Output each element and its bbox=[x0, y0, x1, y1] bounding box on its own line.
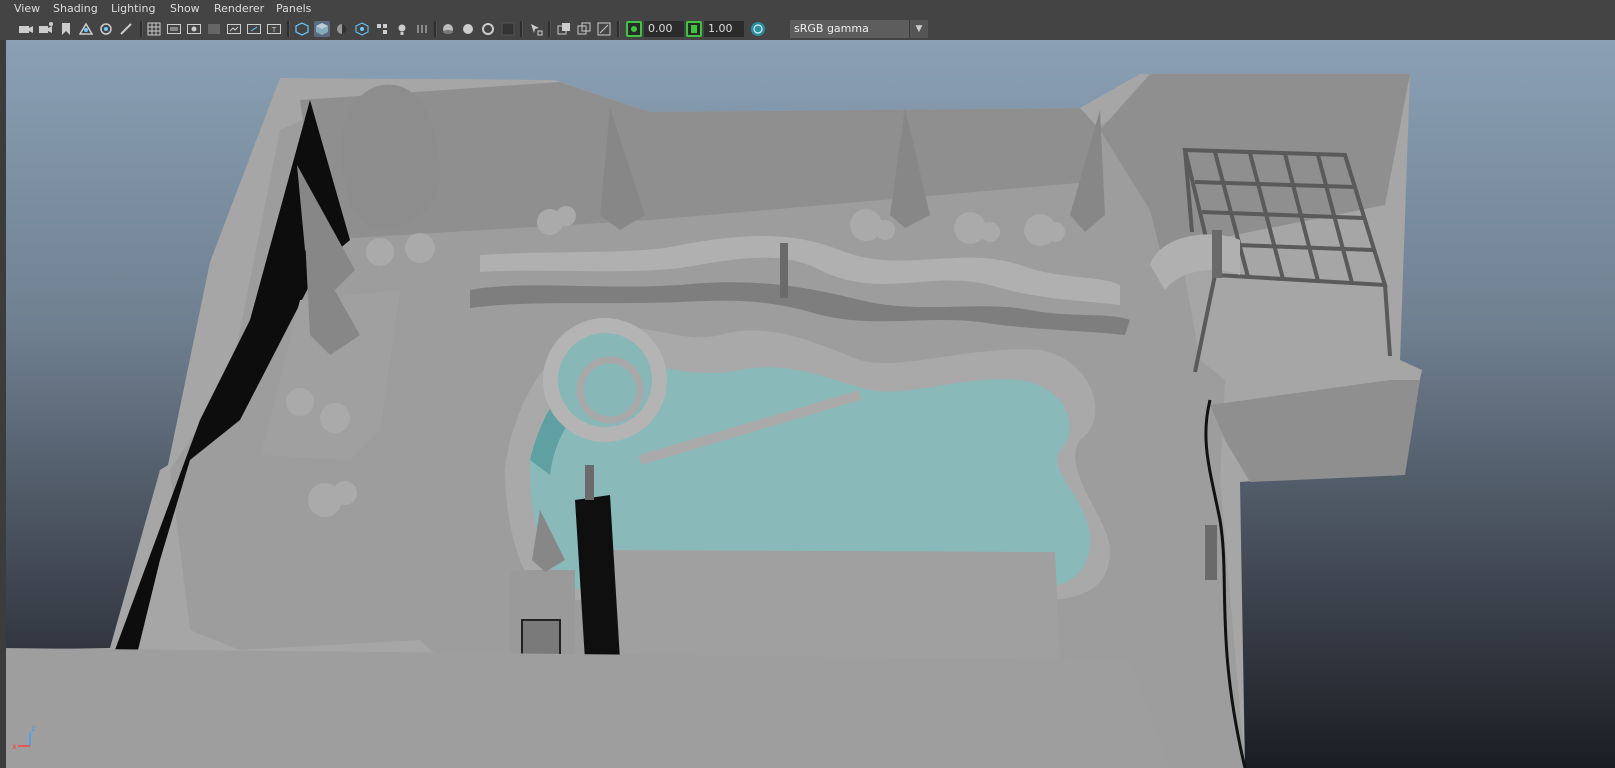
front-block bbox=[600, 550, 1060, 660]
smooth-shade-icon[interactable] bbox=[314, 21, 330, 37]
viewport-toolbar: T 0.00 1.00 sRGB gamma ▼ bbox=[0, 18, 1615, 40]
safe-title-icon[interactable]: T bbox=[266, 21, 282, 37]
axis-gizmo: z x bbox=[12, 724, 35, 751]
checker-icon[interactable] bbox=[374, 21, 390, 37]
xray-active-components-icon[interactable] bbox=[596, 21, 612, 37]
toolbar-separator bbox=[520, 21, 523, 37]
ambient-occlusion-icon[interactable] bbox=[440, 21, 456, 37]
isolate-select-icon[interactable] bbox=[528, 21, 544, 37]
pencil-icon[interactable] bbox=[118, 21, 134, 37]
menu-renderer[interactable]: Renderer bbox=[214, 2, 264, 16]
grid-icon[interactable] bbox=[146, 21, 162, 37]
textured-icon[interactable] bbox=[354, 21, 370, 37]
axis-z-label: z bbox=[31, 724, 35, 733]
bookmark-icon[interactable] bbox=[58, 21, 74, 37]
gamma-field[interactable]: 1.00 bbox=[704, 21, 744, 37]
motion-blur-icon[interactable] bbox=[460, 21, 476, 37]
toolbar-separator bbox=[140, 21, 143, 37]
camera-select-icon[interactable] bbox=[18, 21, 34, 37]
3d-viewport[interactable] bbox=[0, 40, 1615, 768]
chevron-down-icon[interactable]: ▼ bbox=[909, 20, 928, 38]
shadows-icon[interactable] bbox=[414, 21, 430, 37]
antialiasing-icon[interactable] bbox=[480, 21, 496, 37]
wireframe-icon[interactable] bbox=[294, 21, 310, 37]
menu-view[interactable]: View bbox=[14, 2, 40, 16]
toolbar-separator bbox=[617, 21, 620, 37]
menu-shading[interactable]: Shading bbox=[53, 2, 98, 16]
xray-joints-icon[interactable] bbox=[576, 21, 592, 37]
axis-x-label: x bbox=[12, 742, 17, 751]
camera-move-icon[interactable] bbox=[98, 21, 114, 37]
exposure-field[interactable]: 0.00 bbox=[644, 21, 684, 37]
menu-lighting[interactable]: Lighting bbox=[111, 2, 155, 16]
safe-action-icon[interactable] bbox=[246, 21, 262, 37]
image-plane-icon[interactable] bbox=[78, 21, 94, 37]
color-space-value: sRGB gamma bbox=[794, 22, 869, 35]
camera-attributes-icon[interactable] bbox=[38, 21, 54, 37]
xray-icon[interactable] bbox=[556, 21, 572, 37]
film-gate-icon[interactable] bbox=[166, 21, 182, 37]
gamma-icon[interactable] bbox=[686, 21, 702, 37]
color-management-icon[interactable] bbox=[750, 21, 766, 37]
color-space-dropdown[interactable]: sRGB gamma ▼ bbox=[790, 20, 928, 38]
lights-icon[interactable] bbox=[394, 21, 410, 37]
gate-mask-icon[interactable] bbox=[206, 21, 222, 37]
default-material-icon[interactable] bbox=[334, 21, 350, 37]
depth-of-field-icon[interactable] bbox=[500, 21, 516, 37]
menu-show[interactable]: Show bbox=[170, 2, 200, 16]
front-slab bbox=[0, 648, 1170, 768]
scene-render bbox=[0, 74, 1422, 768]
resolution-gate-icon[interactable] bbox=[186, 21, 202, 37]
menu-bar: View Shading Lighting Show Renderer Pane… bbox=[0, 0, 1615, 18]
menu-panels[interactable]: Panels bbox=[276, 2, 311, 16]
exposure-icon[interactable] bbox=[626, 21, 642, 37]
toolbar-separator bbox=[548, 21, 551, 37]
toolbar-separator bbox=[434, 21, 437, 37]
viewport-left-border bbox=[0, 40, 6, 768]
svg-text:T: T bbox=[271, 26, 277, 34]
toolbar-separator bbox=[287, 21, 290, 37]
field-chart-icon[interactable] bbox=[226, 21, 242, 37]
